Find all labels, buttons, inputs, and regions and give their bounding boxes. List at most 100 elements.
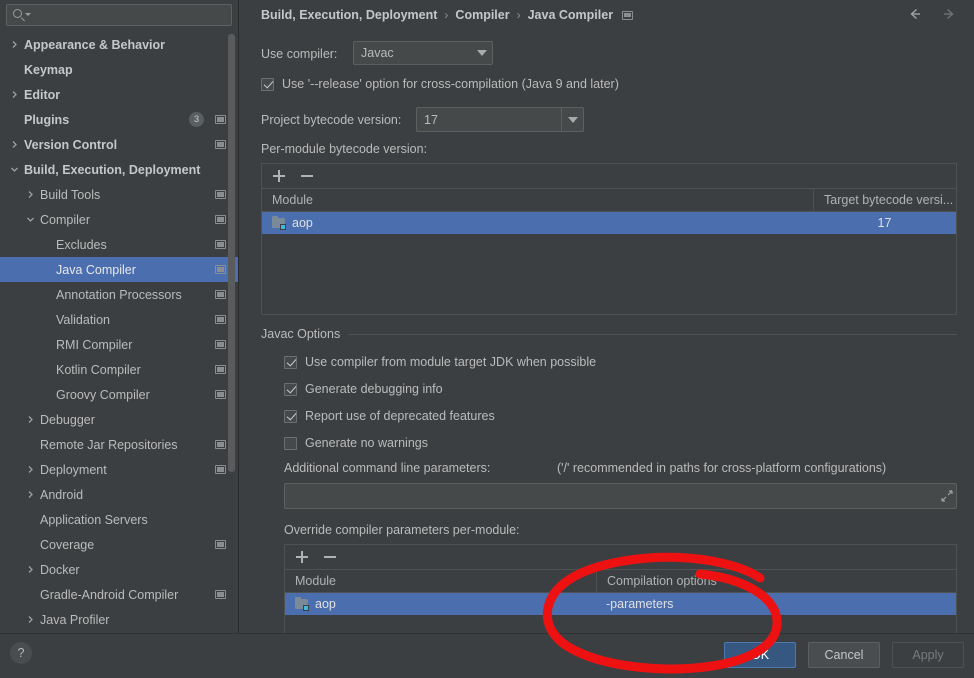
chevron-right-icon[interactable] bbox=[8, 89, 20, 101]
use-compiler-dropdown[interactable]: Javac bbox=[353, 41, 493, 65]
chevron-right-icon[interactable] bbox=[24, 414, 36, 426]
navigation-arrows bbox=[906, 5, 958, 23]
minus-icon[interactable] bbox=[323, 550, 337, 564]
sidebar-item-label: Gradle-Android Compiler bbox=[40, 587, 179, 602]
sidebar-item-label: Debugger bbox=[40, 412, 95, 427]
breadcrumb-item-0[interactable]: Build, Execution, Deployment bbox=[261, 8, 437, 22]
search-icon[interactable] bbox=[13, 8, 33, 24]
sidebar-item-excludes[interactable]: Excludes bbox=[0, 232, 238, 257]
breadcrumb-item-1[interactable]: Compiler bbox=[455, 8, 509, 22]
help-button[interactable]: ? bbox=[10, 642, 32, 664]
sidebar-item-deployment[interactable]: Deployment bbox=[0, 457, 238, 482]
project-bytecode-dropdown[interactable]: 17 bbox=[416, 107, 584, 132]
sidebar-item-remote-jar-repositories[interactable]: Remote Jar Repositories bbox=[0, 432, 238, 457]
override-params-table: Module Compilation options aop -paramete… bbox=[284, 544, 957, 637]
cell-module-text: aop bbox=[292, 216, 313, 230]
generate-no-warnings-checkbox[interactable] bbox=[284, 436, 297, 450]
chevron-down-icon[interactable] bbox=[24, 214, 36, 226]
additional-params-field[interactable] bbox=[284, 483, 957, 509]
use-release-option-checkbox-row[interactable]: Use '--release' option for cross-compila… bbox=[261, 77, 619, 91]
sidebar-item-rmi-compiler[interactable]: RMI Compiler bbox=[0, 332, 238, 357]
generate-no-warnings-checkbox-row[interactable]: Generate no warnings bbox=[284, 436, 428, 450]
ok-button[interactable]: OK bbox=[724, 642, 796, 668]
group-divider bbox=[348, 333, 957, 335]
use-release-option-checkbox[interactable] bbox=[261, 77, 274, 91]
settings-dialog: Appearance & Behavior Keymap Editor Plugins… bbox=[0, 0, 974, 678]
project-settings-icon bbox=[215, 465, 226, 474]
project-settings-icon bbox=[215, 440, 226, 449]
sidebar-item-label: RMI Compiler bbox=[56, 337, 133, 352]
sidebar-item-annotation-processors[interactable]: Annotation Processors bbox=[0, 282, 238, 307]
cell-module: aop bbox=[285, 593, 596, 615]
project-settings-icon bbox=[215, 140, 226, 149]
sidebar-item-gradle-android-compiler[interactable]: Gradle-Android Compiler bbox=[0, 582, 238, 607]
use-module-jdk-compiler-checkbox-row[interactable]: Use compiler from module target JDK when… bbox=[284, 355, 596, 369]
sidebar-item-android[interactable]: Android bbox=[0, 482, 238, 507]
search-input[interactable] bbox=[33, 5, 228, 25]
sidebar-item-plugins[interactable]: Plugins 3 bbox=[0, 107, 238, 132]
sidebar-item-groovy-compiler[interactable]: Groovy Compiler bbox=[0, 382, 238, 407]
sidebar-item-coverage[interactable]: Coverage bbox=[0, 532, 238, 557]
project-settings-icon bbox=[215, 315, 226, 324]
report-deprecated-checkbox[interactable] bbox=[284, 409, 297, 423]
sidebar-item-docker[interactable]: Docker bbox=[0, 557, 238, 582]
sidebar-item-keymap[interactable]: Keymap bbox=[0, 57, 238, 82]
sidebar-item-validation[interactable]: Validation bbox=[0, 307, 238, 332]
sidebar-item-label: Validation bbox=[56, 312, 110, 327]
settings-sidebar: Appearance & Behavior Keymap Editor Plugins… bbox=[0, 0, 238, 633]
column-header-module[interactable]: Module bbox=[262, 189, 813, 211]
chevron-right-icon[interactable] bbox=[24, 614, 36, 626]
sidebar-item-appearance-behavior[interactable]: Appearance & Behavior bbox=[0, 32, 238, 57]
sidebar-item-label: Editor bbox=[24, 87, 61, 102]
project-settings-icon bbox=[215, 265, 226, 274]
generate-debugging-info-checkbox[interactable] bbox=[284, 382, 297, 396]
sidebar-item-label: Compiler bbox=[40, 212, 91, 227]
sidebar-scrollbar-thumb[interactable] bbox=[228, 34, 235, 472]
generate-debugging-info-checkbox-row[interactable]: Generate debugging info bbox=[284, 382, 443, 396]
sidebar-item-editor[interactable]: Editor bbox=[0, 82, 238, 107]
report-deprecated-checkbox-row[interactable]: Report use of deprecated features bbox=[284, 409, 495, 423]
sidebar-item-label: Deployment bbox=[40, 462, 107, 477]
column-header-target-bytecode[interactable]: Target bytecode versi... bbox=[813, 189, 956, 211]
settings-tree: Appearance & Behavior Keymap Editor Plugins… bbox=[0, 32, 238, 633]
arrow-left-icon[interactable] bbox=[906, 5, 924, 23]
sidebar-item-version-control[interactable]: Version Control bbox=[0, 132, 238, 157]
project-settings-icon bbox=[215, 215, 226, 224]
sidebar-item-java-compiler[interactable]: Java Compiler bbox=[0, 257, 238, 282]
use-module-jdk-compiler-checkbox[interactable] bbox=[284, 355, 297, 369]
chevron-right-icon[interactable] bbox=[24, 564, 36, 576]
chevron-right-icon[interactable] bbox=[8, 39, 20, 51]
sidebar-item-build-tools[interactable]: Build Tools bbox=[0, 182, 238, 207]
table-row[interactable]: aop 17 bbox=[262, 212, 956, 234]
column-header-compilation-options[interactable]: Compilation options bbox=[596, 570, 956, 592]
sidebar-item-java-profiler[interactable]: Java Profiler bbox=[0, 607, 238, 632]
expand-icon[interactable] bbox=[938, 484, 956, 508]
chevron-right-icon[interactable] bbox=[24, 489, 36, 501]
plus-icon[interactable] bbox=[272, 169, 286, 183]
chevron-down-icon[interactable] bbox=[8, 164, 20, 176]
sidebar-item-kotlin-compiler[interactable]: Kotlin Compiler bbox=[0, 357, 238, 382]
project-bytecode-label: Project bytecode version: bbox=[261, 113, 402, 127]
chevron-right-icon[interactable] bbox=[8, 139, 20, 151]
chevron-right-icon[interactable] bbox=[24, 189, 36, 201]
generate-debugging-info-label: Generate debugging info bbox=[305, 382, 443, 396]
sidebar-item-application-servers[interactable]: Application Servers bbox=[0, 507, 238, 532]
minus-icon[interactable] bbox=[300, 169, 314, 183]
sidebar-item-label: Kotlin Compiler bbox=[56, 362, 141, 377]
chevron-down-icon[interactable] bbox=[561, 108, 583, 131]
sidebar-item-debugger[interactable]: Debugger bbox=[0, 407, 238, 432]
sidebar-item-compiler[interactable]: Compiler bbox=[0, 207, 238, 232]
project-settings-icon bbox=[215, 540, 226, 549]
override-table-toolbar bbox=[285, 545, 956, 570]
column-header-module[interactable]: Module bbox=[285, 570, 596, 592]
search-field[interactable] bbox=[6, 4, 232, 26]
table-row[interactable]: aop -parameters bbox=[285, 593, 956, 615]
chevron-right-icon[interactable] bbox=[24, 464, 36, 476]
javac-options-group-header: Javac Options bbox=[261, 326, 957, 342]
arrow-right-icon[interactable] bbox=[940, 5, 958, 23]
plus-icon[interactable] bbox=[295, 550, 309, 564]
cancel-button[interactable]: Cancel bbox=[808, 642, 880, 668]
sidebar-item-build-execution-deployment[interactable]: Build, Execution, Deployment bbox=[0, 157, 238, 182]
additional-params-input[interactable] bbox=[285, 484, 938, 508]
sidebar-item-label: Build, Execution, Deployment bbox=[24, 162, 201, 177]
